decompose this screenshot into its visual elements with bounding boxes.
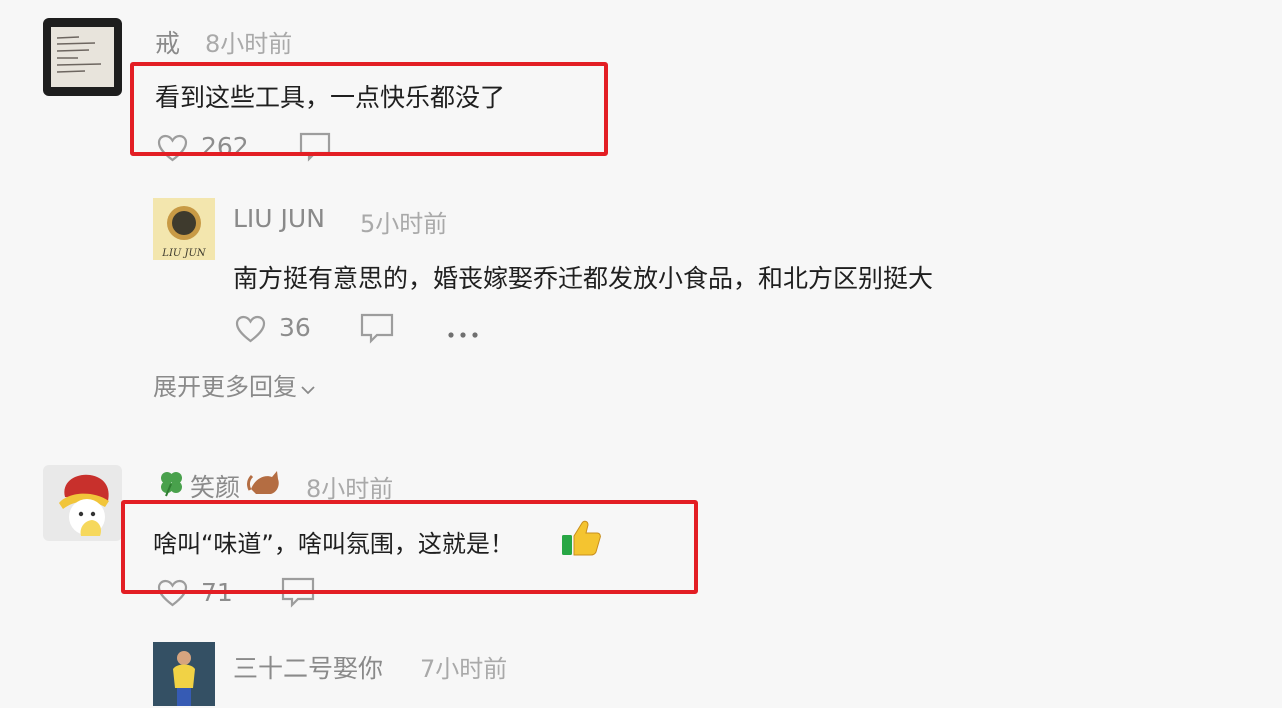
timestamp: 8小时前 [205, 30, 293, 58]
cartoon-avatar-image [59, 474, 109, 536]
timestamp: 7小时前 [420, 655, 508, 683]
heart-icon[interactable] [235, 315, 266, 347]
expand-more-replies-label: 展开更多回复 [153, 373, 297, 401]
liu-jun-logo-image: LIU JUN [161, 206, 207, 259]
chevron-down-icon [301, 373, 315, 401]
avatar-liu-jun[interactable]: LIU JUN [153, 198, 215, 260]
reply-text: 南方挺有意思的，婚丧嫁娶乔迁都发放小食品，和北方区别挺大 [233, 264, 934, 293]
avatar-comment-1[interactable] [43, 18, 122, 96]
clover-icon [156, 469, 187, 501]
highlight-box-comment-2 [121, 500, 698, 594]
username[interactable]: 三十二号娶你 [233, 649, 383, 685]
avatar-comment-2[interactable] [43, 465, 122, 541]
avatar-reply-4[interactable] [153, 642, 215, 706]
cat-icon [246, 466, 282, 502]
person-photo-avatar [153, 642, 215, 706]
timestamp: 8小时前 [306, 475, 394, 503]
like-count: 36 [279, 313, 311, 342]
more-icon[interactable] [447, 324, 479, 343]
username[interactable]: LIU JUN [233, 204, 325, 233]
highlight-box-comment-1 [130, 62, 608, 156]
comment-icon[interactable] [360, 313, 394, 348]
handwriting-avatar-image [51, 27, 114, 87]
username[interactable]: 笑颜 [190, 468, 240, 504]
svg-text:LIU JUN: LIU JUN [161, 248, 207, 259]
expand-more-replies[interactable]: 展开更多回复 [153, 367, 315, 402]
username[interactable]: 戒 [155, 24, 180, 60]
timestamp: 5小时前 [360, 210, 448, 238]
